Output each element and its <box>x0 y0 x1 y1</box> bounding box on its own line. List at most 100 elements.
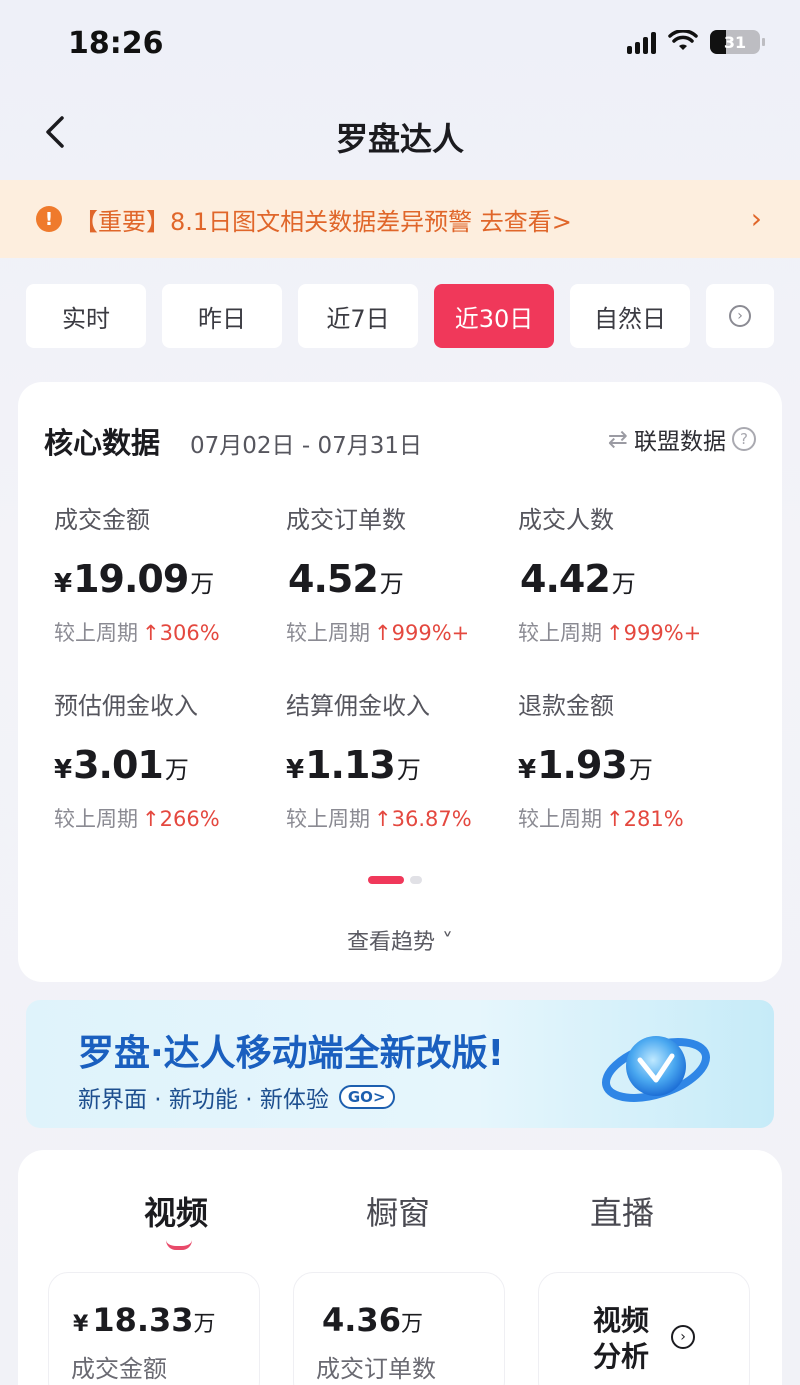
metric-gmv[interactable]: 成交金额 ¥19.09万 较上周期 ↑306% <box>54 500 286 647</box>
metric-est-commission[interactable]: 预估佣金收入 ¥3.01万 较上周期 ↑266% <box>54 686 286 833</box>
tab-live[interactable]: 直播 <box>590 1188 654 1234</box>
chevron-right-circle-icon: › <box>671 1325 695 1349</box>
banner-subtitle: 新界面 · 新功能 · 新体验 GO> <box>78 1080 395 1114</box>
change-value: 999%+ <box>623 621 702 645</box>
up-arrow-icon: ↑ <box>606 621 624 645</box>
swap-icon: ⇄ <box>607 425 628 453</box>
tab-7days[interactable]: 近7日 <box>298 284 418 348</box>
metric-number: 3.01 <box>73 743 164 787</box>
tab-natural-day[interactable]: 自然日 <box>570 284 690 348</box>
metric-value: ¥3.01万 <box>54 743 286 787</box>
banner-title: 罗盘·达人移动端全新改版! <box>78 1033 505 1074</box>
change-value: 36.87% <box>391 807 472 831</box>
metric-compare: 较上周期 ↑36.87% <box>286 803 518 833</box>
currency-symbol: ¥ <box>286 755 304 785</box>
signal-icon <box>627 30 656 54</box>
stat-number: 4.36 <box>322 1301 401 1339</box>
video-analysis-button[interactable]: 视频分析 › <box>538 1272 750 1385</box>
metric-value: 4.52万 <box>286 557 518 601</box>
stat-label: 成交金额 <box>71 1355 167 1383</box>
battery-icon: 31 <box>710 30 765 54</box>
page-dot[interactable] <box>410 876 422 884</box>
core-data-card: 核心数据 07月02日 - 07月31日 ⇄ 联盟数据 ? 成交金额 ¥19.0… <box>18 382 782 982</box>
metric-settled-commission[interactable]: 结算佣金收入 ¥1.13万 较上周期 ↑36.87% <box>286 686 518 833</box>
metric-label: 预估佣金收入 <box>54 692 198 720</box>
up-arrow-icon: ↑ <box>142 807 160 831</box>
time-range-tabs: 实时 昨日 近7日 近30日 自然日 › <box>26 284 774 348</box>
metric-number: 4.52 <box>288 557 379 601</box>
chevron-right-icon[interactable]: › <box>751 202 762 235</box>
metric-label: 成交人数 <box>518 506 614 534</box>
metric-label: 退款金额 <box>518 692 614 720</box>
page-dot-active[interactable] <box>368 876 404 884</box>
video-analysis-label: 视频分析 <box>593 1304 650 1373</box>
tab-30days[interactable]: 近30日 <box>434 284 554 348</box>
metric-unit: 万 <box>379 570 404 598</box>
change-value: 999%+ <box>391 621 470 645</box>
up-arrow-icon: ↑ <box>606 807 624 831</box>
metric-unit: 万 <box>628 756 653 784</box>
metric-buyers[interactable]: 成交人数 4.42万 较上周期 ↑999%+ <box>518 500 750 647</box>
video-stat-orders[interactable]: 4.36万 成交订单数 <box>293 1272 505 1385</box>
promo-banner[interactable]: 罗盘·达人移动端全新改版! 新界面 · 新功能 · 新体验 GO> <box>26 1000 774 1128</box>
metric-unit: 万 <box>396 756 421 784</box>
tab-video[interactable]: 视频 <box>144 1188 208 1234</box>
metric-refund[interactable]: 退款金额 ¥1.93万 较上周期 ↑281% <box>518 686 750 833</box>
metric-number: 1.93 <box>537 743 628 787</box>
tab-indicator <box>166 1240 192 1250</box>
compare-label: 较上周期 <box>54 807 138 831</box>
date-range: 07月02日 - 07月31日 <box>190 433 422 459</box>
metric-unit: 万 <box>164 756 189 784</box>
status-time: 18:26 <box>68 26 164 61</box>
metric-compare: 较上周期 ↑281% <box>518 803 750 833</box>
metric-unit: 万 <box>611 570 636 598</box>
up-arrow-icon: ↑ <box>374 621 392 645</box>
metric-orders[interactable]: 成交订单数 4.52万 较上周期 ↑999%+ <box>286 500 518 647</box>
video-stat-gmv[interactable]: ¥18.33万 成交金额 <box>48 1272 260 1385</box>
notice-text[interactable]: 【重要】8.1日图文相关数据差异预警 去查看> <box>74 202 572 237</box>
metric-unit: 万 <box>190 570 214 598</box>
page-title: 罗盘达人 <box>335 120 464 158</box>
stat-value: ¥18.33万 <box>73 1301 216 1339</box>
stat-number: 18.33 <box>92 1301 194 1339</box>
metric-number: 19.09 <box>73 557 189 601</box>
alliance-data-toggle[interactable]: ⇄ 联盟数据 ? <box>608 422 756 456</box>
metric-value: ¥1.93万 <box>518 743 750 787</box>
chevron-right-circle-icon: › <box>729 305 751 327</box>
up-arrow-icon: ↑ <box>374 807 392 831</box>
nav-bar: 罗盘达人 <box>0 88 800 178</box>
more-tabs-button[interactable]: › <box>706 284 774 348</box>
notice-bar[interactable]: ! 【重要】8.1日图文相关数据差异预警 去查看> › <box>0 180 800 258</box>
tab-realtime[interactable]: 实时 <box>26 284 146 348</box>
alliance-data-label: 联盟数据 <box>634 429 726 455</box>
tab-yesterday[interactable]: 昨日 <box>162 284 282 348</box>
change-value: 306% <box>159 621 220 645</box>
compass-logo-icon <box>601 1036 711 1102</box>
warning-icon: ! <box>36 206 62 232</box>
status-icons: 31 <box>627 30 765 54</box>
help-icon[interactable]: ? <box>732 427 756 451</box>
stat-unit: 万 <box>193 1312 216 1337</box>
metric-value: ¥19.09万 <box>54 557 286 601</box>
compare-label: 较上周期 <box>518 621 602 645</box>
banner-subtitle-text: 新界面 · 新功能 · 新体验 <box>78 1087 329 1113</box>
page-indicator[interactable] <box>368 876 422 884</box>
stat-label: 成交订单数 <box>316 1355 436 1383</box>
compare-label: 较上周期 <box>286 621 370 645</box>
change-value: 266% <box>159 807 220 831</box>
metric-compare: 较上周期 ↑266% <box>54 803 286 833</box>
compare-label: 较上周期 <box>54 621 138 645</box>
battery-level: 31 <box>723 32 747 52</box>
metric-number: 4.42 <box>520 557 611 601</box>
currency-symbol: ¥ <box>54 755 72 785</box>
go-button[interactable]: GO> <box>338 1085 395 1109</box>
currency-symbol: ¥ <box>73 1312 89 1337</box>
tab-showcase[interactable]: 橱窗 <box>366 1188 430 1234</box>
view-trend-button[interactable]: 查看趋势 ˅ <box>18 924 782 956</box>
core-data-title: 核心数据 <box>44 426 161 460</box>
change-value: 281% <box>623 807 684 831</box>
content-card: 视频 橱窗 直播 ¥18.33万 成交金额 4.36万 成交订单数 视频分析 › <box>18 1150 782 1385</box>
metric-compare: 较上周期 ↑999%+ <box>286 617 518 647</box>
metric-value: ¥1.13万 <box>286 743 518 787</box>
up-arrow-icon: ↑ <box>142 621 160 645</box>
